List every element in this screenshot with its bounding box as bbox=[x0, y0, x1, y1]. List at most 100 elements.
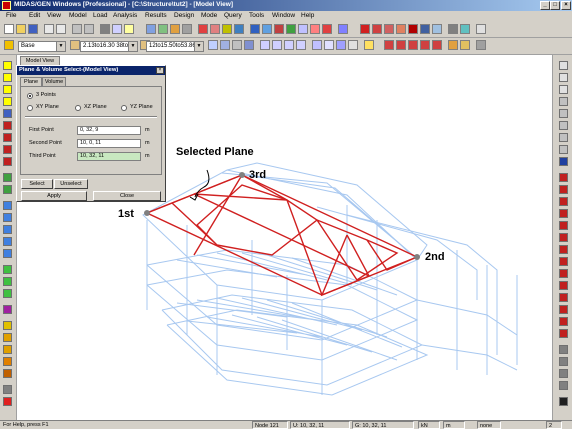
time-history-icon[interactable] bbox=[559, 293, 568, 302]
grid-left-icon[interactable] bbox=[3, 345, 12, 354]
arrow-icon[interactable] bbox=[559, 397, 568, 406]
zoom-fit-icon[interactable] bbox=[3, 97, 12, 106]
unlock-icon[interactable] bbox=[460, 40, 470, 50]
radio-3points[interactable] bbox=[27, 93, 33, 99]
query-icon[interactable] bbox=[3, 369, 12, 378]
close-button[interactable]: × bbox=[561, 1, 571, 10]
lock-icon[interactable] bbox=[448, 40, 458, 50]
new-file-icon[interactable] bbox=[4, 24, 14, 34]
node-label-icon[interactable] bbox=[559, 73, 568, 82]
menu-help[interactable]: Help bbox=[301, 12, 314, 19]
window-icon[interactable] bbox=[448, 24, 458, 34]
prestress-icon[interactable] bbox=[559, 329, 568, 338]
rotate-up-icon[interactable] bbox=[3, 145, 12, 154]
section-icon[interactable] bbox=[70, 40, 80, 50]
wall-icon[interactable] bbox=[559, 145, 568, 154]
tree-icon[interactable] bbox=[476, 40, 486, 50]
redo-icon[interactable] bbox=[56, 24, 66, 34]
red-d-icon[interactable] bbox=[420, 40, 430, 50]
info-icon[interactable] bbox=[476, 24, 486, 34]
move-icon[interactable] bbox=[559, 345, 568, 354]
angle-icon[interactable] bbox=[312, 40, 322, 50]
mode-select[interactable]: none bbox=[477, 421, 501, 429]
second-point-field[interactable]: 10, 0, 11 bbox=[77, 139, 141, 148]
shade-icon[interactable] bbox=[298, 24, 308, 34]
box-icon[interactable] bbox=[220, 40, 230, 50]
copy-icon[interactable] bbox=[84, 24, 94, 34]
radio-xy-plane[interactable] bbox=[27, 105, 33, 111]
node-number-icon[interactable] bbox=[364, 40, 374, 50]
select-volume-icon[interactable] bbox=[3, 225, 12, 234]
apply-button[interactable]: Apply bbox=[21, 191, 87, 201]
analysis-icon[interactable] bbox=[322, 24, 332, 34]
load-case-icon[interactable] bbox=[559, 173, 568, 182]
distance-icon[interactable] bbox=[3, 357, 12, 366]
menu-analysis[interactable]: Analysis bbox=[113, 12, 137, 19]
view-icon[interactable] bbox=[286, 24, 296, 34]
menu-file[interactable]: File bbox=[6, 12, 16, 19]
zoom-icon[interactable] bbox=[250, 24, 260, 34]
maximize-button[interactable]: □ bbox=[550, 1, 560, 10]
unit-icon[interactable] bbox=[4, 40, 14, 50]
select-polygon-icon[interactable] bbox=[3, 201, 12, 210]
select-single-icon[interactable] bbox=[3, 173, 12, 182]
redo-left-icon[interactable] bbox=[3, 397, 12, 406]
preview-icon[interactable] bbox=[112, 24, 122, 34]
plate-icon[interactable] bbox=[559, 157, 568, 166]
perspective-icon[interactable] bbox=[324, 40, 334, 50]
plane-icon[interactable] bbox=[208, 40, 218, 50]
minimize-button[interactable]: _ bbox=[540, 1, 550, 10]
help-icon[interactable] bbox=[124, 24, 134, 34]
red-c-icon[interactable] bbox=[408, 40, 418, 50]
select-all-icon[interactable] bbox=[3, 237, 12, 246]
close-dialog-button[interactable]: Close bbox=[93, 191, 161, 201]
design-icon[interactable] bbox=[338, 24, 348, 34]
column-icon[interactable] bbox=[559, 121, 568, 130]
menu-design[interactable]: Design bbox=[174, 12, 194, 19]
red-a-icon[interactable] bbox=[384, 40, 394, 50]
section-combo[interactable]: 2.13to16.30 38to4 ▼ bbox=[80, 41, 138, 52]
select-button[interactable]: Select bbox=[21, 179, 53, 189]
menu-query[interactable]: Query bbox=[224, 12, 242, 19]
result-icon[interactable] bbox=[396, 24, 406, 34]
pan-icon-left[interactable] bbox=[3, 109, 12, 118]
pan-icon[interactable] bbox=[262, 24, 272, 34]
red-e-icon[interactable] bbox=[432, 40, 442, 50]
activate-all-icon[interactable] bbox=[3, 265, 12, 274]
tab-volume[interactable]: Volume bbox=[42, 77, 66, 86]
zoom-out-icon[interactable] bbox=[3, 73, 12, 82]
tab-plane[interactable]: Plane bbox=[20, 77, 42, 86]
select-window-icon[interactable] bbox=[3, 185, 12, 194]
snap-icon[interactable] bbox=[158, 24, 168, 34]
iso-view-icon[interactable] bbox=[260, 40, 270, 50]
menu-mode[interactable]: Mode bbox=[201, 12, 217, 19]
post-icon[interactable] bbox=[384, 24, 394, 34]
unselect-icon[interactable] bbox=[3, 249, 12, 258]
mode-icon[interactable] bbox=[360, 24, 370, 34]
support-icon[interactable] bbox=[198, 24, 208, 34]
line-icon[interactable] bbox=[3, 333, 12, 342]
base-combo[interactable]: Base ▼ bbox=[18, 41, 66, 52]
node-snap-icon[interactable] bbox=[559, 61, 568, 70]
page-indicator[interactable]: 2 bbox=[546, 421, 562, 429]
menu-view[interactable]: View bbox=[47, 12, 61, 19]
axis-icon[interactable] bbox=[559, 97, 568, 106]
refresh-icon[interactable] bbox=[348, 40, 358, 50]
menu-results[interactable]: Results bbox=[145, 12, 167, 19]
settlement-icon[interactable] bbox=[559, 317, 568, 326]
element-icon[interactable] bbox=[182, 24, 192, 34]
pressure-icon[interactable] bbox=[559, 221, 568, 230]
top-view-icon[interactable] bbox=[272, 40, 282, 50]
node-icon[interactable] bbox=[170, 24, 180, 34]
rotate-down-icon[interactable] bbox=[3, 157, 12, 166]
check-icon[interactable] bbox=[310, 24, 320, 34]
mirror-icon[interactable] bbox=[559, 369, 568, 378]
menu-window[interactable]: Window bbox=[272, 12, 295, 19]
dialog-close-button[interactable]: × bbox=[156, 67, 164, 74]
zoom-window-icon[interactable] bbox=[3, 85, 12, 94]
side-view-icon[interactable] bbox=[296, 40, 306, 50]
third-point-field[interactable]: 10, 32, 11 bbox=[77, 152, 141, 161]
beam-icon[interactable] bbox=[559, 109, 568, 118]
table-icon[interactable] bbox=[420, 24, 430, 34]
grid-icon[interactable] bbox=[146, 24, 156, 34]
